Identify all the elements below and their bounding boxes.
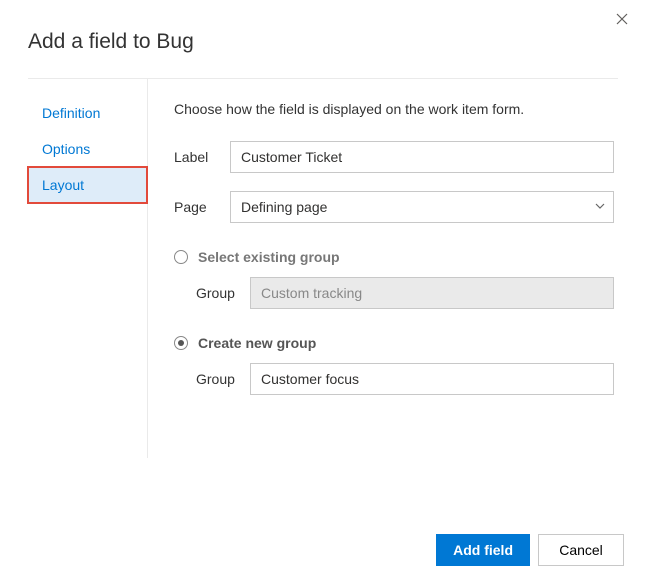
layout-description: Choose how the field is displayed on the… [174,101,614,117]
add-field-dialog: Add a field to Bug Definition Options La… [0,0,646,584]
tab-content: Choose how the field is displayed on the… [148,79,618,458]
dialog-body: Definition Options Layout Choose how the… [28,78,618,458]
radio-icon [174,336,188,350]
tab-options[interactable]: Options [28,131,147,167]
create-group-field-label: Group [196,371,250,387]
radio-existing-group[interactable]: Select existing group [174,249,614,265]
create-group-input[interactable] [250,363,614,395]
label-row: Label [174,141,614,173]
radio-existing-label: Select existing group [198,249,340,265]
tab-label: Options [42,141,90,157]
add-field-button[interactable]: Add field [436,534,530,566]
radio-create-group[interactable]: Create new group [174,335,614,351]
label-field-label: Label [174,149,230,165]
create-group-row: Group [196,363,614,395]
cancel-button[interactable]: Cancel [538,534,624,566]
page-select[interactable]: Defining page [230,191,614,223]
group-section: Select existing group Group Create new g… [174,249,614,395]
radio-icon [174,250,188,264]
dialog-title: Add a field to Bug [0,0,646,78]
existing-group-input [250,277,614,309]
page-field-label: Page [174,199,230,215]
page-select-value: Defining page [241,199,327,215]
close-button[interactable] [610,8,634,32]
existing-group-field-label: Group [196,285,250,301]
tab-label: Definition [42,105,100,121]
dialog-footer: Add field Cancel [436,534,624,566]
existing-group-row: Group [196,277,614,309]
close-icon [616,12,628,28]
tab-definition[interactable]: Definition [28,95,147,131]
radio-create-label: Create new group [198,335,316,351]
tab-list: Definition Options Layout [28,79,148,458]
tab-layout[interactable]: Layout [28,167,147,203]
label-input[interactable] [230,141,614,173]
page-row: Page Defining page [174,191,614,223]
tab-label: Layout [42,177,84,193]
